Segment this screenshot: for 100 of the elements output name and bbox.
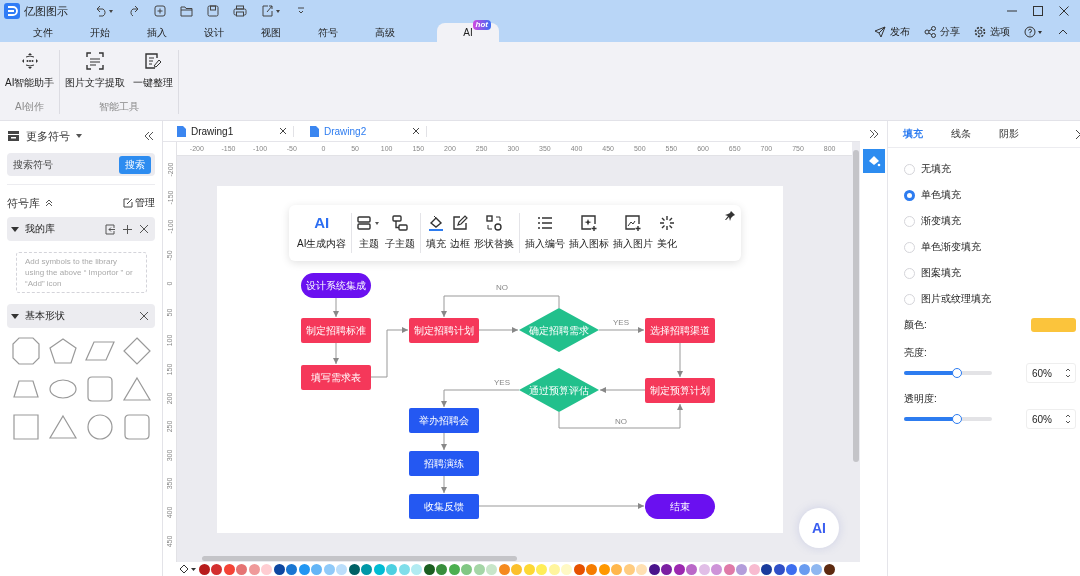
color-swatch[interactable]	[636, 563, 647, 575]
color-swatch[interactable]	[698, 563, 710, 575]
import-icon[interactable]	[105, 223, 116, 235]
add-icon[interactable]	[122, 223, 133, 235]
process-node[interactable]: 填写需求表	[301, 364, 371, 390]
menu-tab[interactable]: 文件	[14, 23, 71, 42]
color-picker[interactable]	[1031, 318, 1076, 332]
header-action-button[interactable]: 选项	[974, 25, 1010, 39]
process-node[interactable]: 制定招聘标准	[301, 317, 371, 343]
color-swatch[interactable]	[598, 563, 610, 575]
slider-track[interactable]	[904, 371, 992, 375]
color-swatch[interactable]	[236, 563, 247, 575]
vertical-scrollbar[interactable]	[853, 150, 859, 462]
document-tab[interactable]: Drawing2	[304, 125, 427, 137]
ai-assistant-button[interactable]: AI	[799, 507, 839, 548]
fill-option[interactable]: 单色渐变填充	[904, 234, 1076, 260]
color-swatch[interactable]	[211, 563, 222, 575]
panel-tab[interactable]: 线条	[951, 127, 971, 141]
ribbon-button[interactable]: 图片文字提取	[64, 50, 127, 100]
redo-icon[interactable]	[128, 5, 140, 17]
menu-tab[interactable]: AI hot	[437, 23, 499, 42]
close-icon[interactable]	[279, 127, 287, 135]
pin-icon[interactable]	[725, 210, 735, 221]
close-icon[interactable]	[412, 127, 420, 135]
expand-caret-icon[interactable]	[11, 225, 19, 233]
color-swatch[interactable]	[348, 563, 360, 575]
undo-icon[interactable]	[94, 5, 114, 17]
process-node[interactable]: 制定招聘计划	[409, 317, 479, 343]
expand-caret-icon[interactable]	[11, 312, 19, 320]
toolbar-button[interactable]: AI AI生成内容	[295, 214, 349, 251]
fill-panel-button[interactable]	[862, 149, 885, 173]
toolbar-button[interactable]: 形状替换	[472, 214, 517, 251]
toolbar-button[interactable]: 插入图标	[567, 214, 612, 251]
expand-panel-icon[interactable]	[867, 128, 880, 140]
color-swatch[interactable]	[661, 563, 672, 575]
collapse-chevron-icon[interactable]	[45, 199, 53, 207]
color-swatch[interactable]	[761, 563, 772, 575]
color-swatch[interactable]	[798, 563, 810, 575]
close-icon[interactable]	[1058, 5, 1070, 17]
color-swatch[interactable]	[398, 563, 410, 575]
fill-color-icon[interactable]	[179, 563, 197, 575]
color-swatch[interactable]	[311, 563, 322, 575]
circle-shape-icon[interactable]	[84, 412, 115, 442]
color-swatch[interactable]	[298, 563, 310, 575]
color-swatch[interactable]	[198, 563, 210, 575]
color-swatch[interactable]	[773, 563, 785, 575]
color-swatch[interactable]	[286, 563, 297, 575]
toolbar-button[interactable]: 插入编号	[523, 214, 568, 251]
color-swatch[interactable]	[786, 563, 797, 575]
panel-tab[interactable]: 填充	[903, 127, 923, 141]
spin-arrows-icon[interactable]	[1065, 368, 1071, 378]
color-swatch[interactable]	[561, 563, 572, 575]
toolbar-button[interactable]: 美化	[655, 214, 680, 251]
slider-thumb[interactable]	[951, 414, 962, 424]
library-section-header[interactable]: 我的库	[7, 217, 155, 241]
color-swatch[interactable]	[373, 563, 385, 575]
toolbar-button[interactable]: 子主题	[383, 214, 418, 251]
process-node[interactable]: 招聘演练	[409, 450, 479, 476]
horizontal-scrollbar[interactable]	[202, 556, 517, 561]
color-swatch[interactable]	[411, 563, 422, 575]
color-swatch[interactable]	[223, 563, 235, 575]
panel-tab[interactable]: 阴影	[999, 127, 1019, 141]
color-swatch[interactable]	[261, 563, 272, 575]
export-icon[interactable]	[261, 5, 283, 17]
color-swatch[interactable]	[736, 563, 747, 575]
color-swatch[interactable]	[811, 563, 822, 575]
color-swatch[interactable]	[323, 563, 335, 575]
close-icon[interactable]	[139, 311, 149, 321]
color-swatch[interactable]	[423, 563, 435, 575]
percent-spinbox[interactable]: 60%	[1026, 409, 1076, 429]
slider-track[interactable]	[904, 417, 992, 421]
rounded-square-shape-icon[interactable]	[121, 412, 152, 442]
menu-tab[interactable]: 视图	[242, 23, 299, 42]
dropdown-caret-icon[interactable]	[76, 133, 82, 139]
color-swatch[interactable]	[336, 563, 347, 575]
percent-spinbox[interactable]: 60%	[1026, 363, 1076, 383]
color-swatch[interactable]	[448, 563, 460, 575]
color-swatch[interactable]	[573, 563, 585, 575]
maximize-icon[interactable]	[1032, 5, 1044, 17]
color-swatch[interactable]	[711, 563, 722, 575]
color-swatch[interactable]	[723, 563, 735, 575]
radio-button[interactable]	[904, 189, 915, 201]
document-tab[interactable]: Drawing1	[171, 125, 294, 137]
ribbon-button[interactable]: 一键整理	[132, 50, 175, 100]
header-action-button[interactable]: 发布	[874, 25, 910, 39]
symbol-library-title[interactable]: 符号库	[7, 195, 40, 211]
menu-tab[interactable]: 设计	[185, 23, 242, 42]
ribbon-button[interactable]: AI智能助手	[4, 50, 56, 100]
terminal-node[interactable]: 设计系统集成	[301, 272, 371, 298]
menu-tab[interactable]: 开始	[71, 23, 128, 42]
toolbar-button[interactable]: 填充	[424, 214, 449, 251]
fill-option[interactable]: 单色填充	[904, 182, 1076, 208]
more-caret-icon[interactable]	[297, 6, 305, 16]
color-swatch[interactable]	[536, 563, 547, 575]
color-swatch[interactable]	[273, 563, 285, 575]
color-swatch[interactable]	[361, 563, 372, 575]
color-swatch[interactable]	[248, 563, 260, 575]
toolbar-button[interactable]: 边框	[448, 214, 473, 251]
process-node[interactable]: 举办招聘会	[409, 407, 479, 433]
color-swatch[interactable]	[473, 563, 485, 575]
